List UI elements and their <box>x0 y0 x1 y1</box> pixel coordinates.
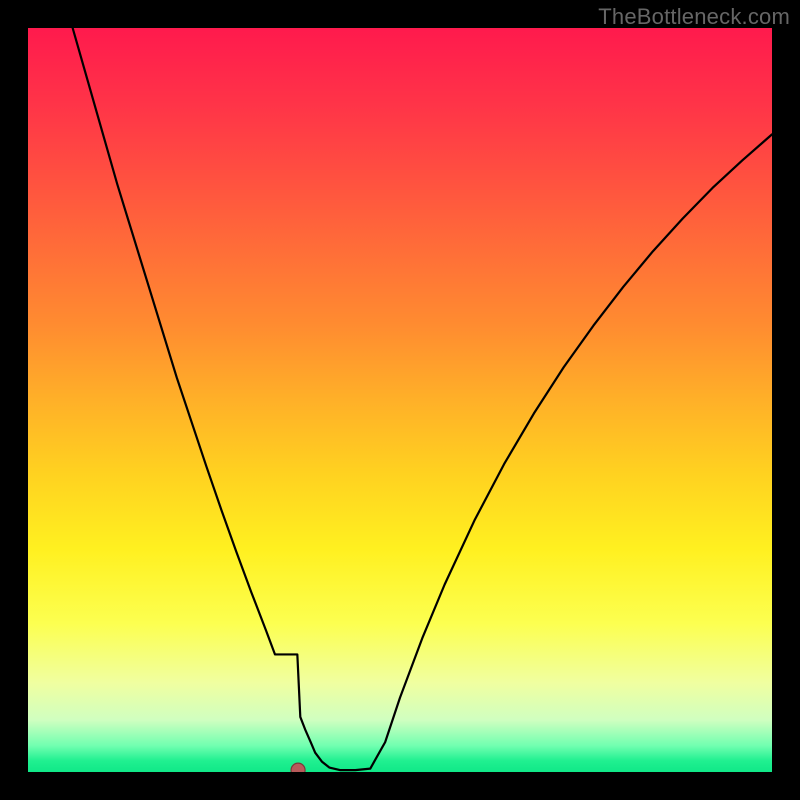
gradient-background <box>28 28 772 772</box>
trough-marker <box>291 763 305 772</box>
watermark-text: TheBottleneck.com <box>598 4 790 30</box>
plot-svg <box>28 28 772 772</box>
chart-frame: TheBottleneck.com <box>0 0 800 800</box>
plot-area <box>28 28 772 772</box>
